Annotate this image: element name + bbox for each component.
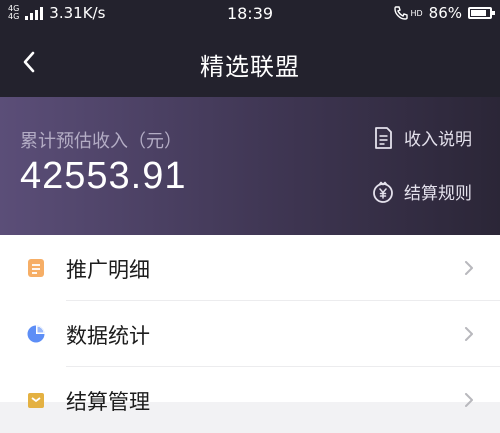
status-right: HD 86% (393, 4, 495, 22)
income-summary: 累计预估收入（元） 42553.91 收入说明 结算规则 (0, 97, 500, 235)
battery-fill (471, 10, 487, 16)
pie-chart-icon (27, 325, 45, 343)
menu-item-data-statistics[interactable]: 数据统计 (0, 301, 500, 367)
page-title: 精选联盟 (200, 53, 300, 81)
menu-list: 推广明细 数据统计 结算管理 (0, 235, 500, 414)
chevron-right-icon (465, 261, 473, 275)
menu-item-promotion-details[interactable]: 推广明细 (0, 235, 500, 301)
list-doc-icon (28, 259, 44, 277)
battery-icon (468, 7, 495, 19)
hd-call-icon: HD (393, 5, 423, 21)
status-bar: 4G 4G 3.31K/s 18:39 HD 86% (0, 0, 500, 27)
battery-percent: 86% (428, 4, 462, 22)
document-icon (372, 126, 394, 149)
yuan-badge-icon (372, 181, 394, 203)
income-description-label: 收入说明 (404, 130, 472, 150)
menu-item-settlement-management[interactable]: 结算管理 (0, 367, 500, 433)
menu-item-label: 数据统计 (66, 324, 150, 348)
menu-item-label: 推广明细 (66, 258, 150, 282)
settlement-rules-link[interactable]: 结算规则 (372, 179, 472, 204)
wallet-icon (28, 393, 44, 408)
chevron-right-icon (465, 327, 473, 341)
chevron-right-icon (465, 393, 473, 407)
nav-bar: 精选联盟 (0, 27, 500, 97)
menu-item-label: 结算管理 (66, 390, 150, 414)
hd-label: HD (410, 8, 423, 18)
income-value: 42553.91 (20, 155, 187, 197)
income-description-link[interactable]: 收入说明 (372, 125, 472, 150)
settlement-rules-label: 结算规则 (404, 184, 472, 204)
income-label: 累计预估收入（元） (20, 131, 182, 152)
